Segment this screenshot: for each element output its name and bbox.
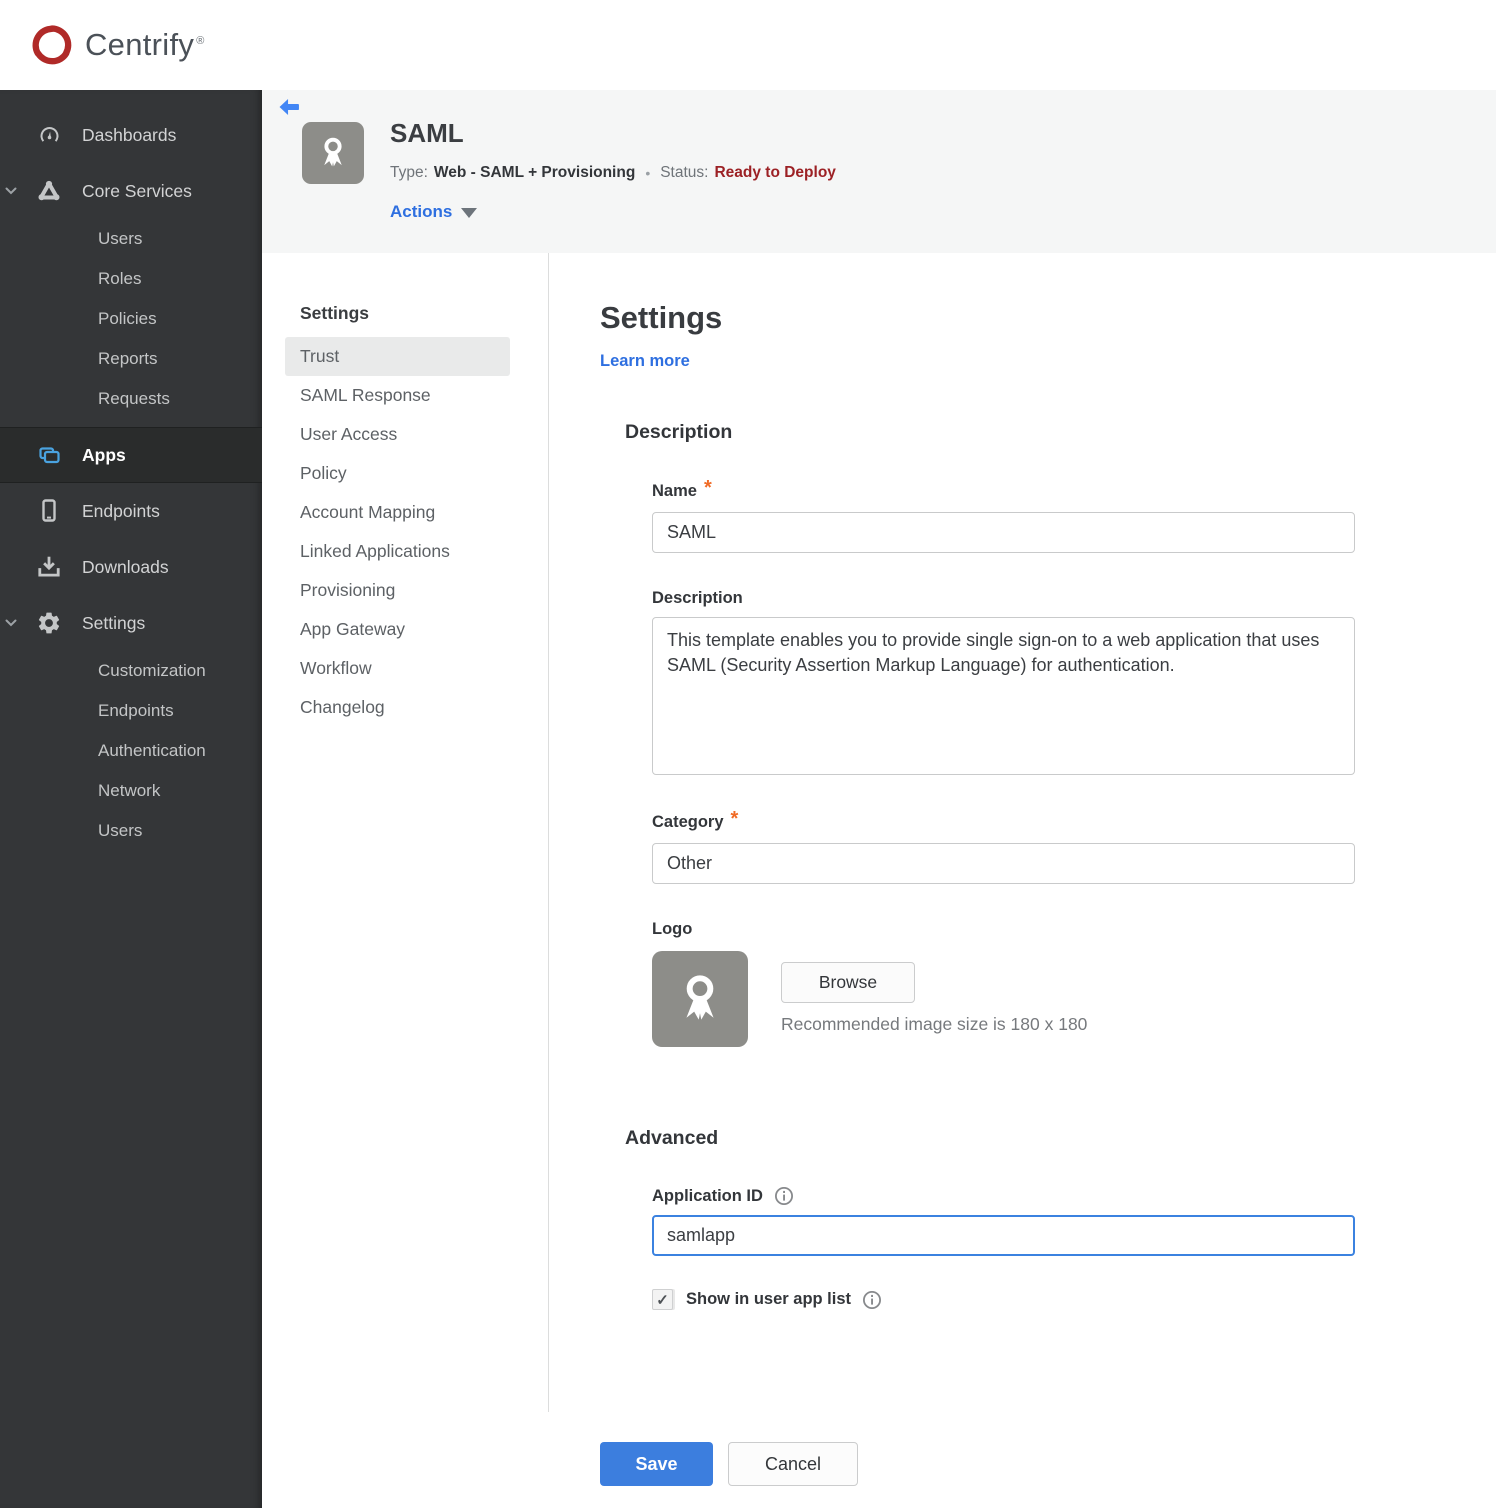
sidebar-label: Settings — [82, 612, 146, 633]
ribbon-icon — [669, 968, 731, 1030]
subnav-item-account-mapping[interactable]: Account Mapping — [285, 493, 510, 532]
sidebar-item-endpoints[interactable]: Endpoints — [0, 483, 262, 539]
subnav-item-saml-response[interactable]: SAML Response — [285, 376, 510, 415]
sidebar: Dashboards Core Services Users Roles Pol… — [0, 90, 262, 1508]
save-button[interactable]: Save — [600, 1442, 713, 1486]
subnav-item-trust[interactable]: Trust — [285, 337, 510, 376]
downloads-icon — [33, 553, 65, 581]
sidebar-item-downloads[interactable]: Downloads — [0, 539, 262, 595]
subnav-item-changelog[interactable]: Changelog — [285, 688, 510, 727]
subnav-item-workflow[interactable]: Workflow — [285, 649, 510, 688]
back-arrow-icon[interactable] — [278, 98, 300, 116]
name-label: Name * — [652, 477, 712, 500]
sidebar-label: Core Services — [82, 180, 192, 201]
subnav-item-provisioning[interactable]: Provisioning — [285, 571, 510, 610]
subnav-item-user-access[interactable]: User Access — [285, 415, 510, 454]
app-meta: Type: Web - SAML + Provisioning • Status… — [390, 164, 836, 182]
sidebar-item-core-services[interactable]: Core Services — [0, 163, 262, 219]
core-services-icon — [33, 177, 65, 205]
type-label: Type: — [390, 164, 428, 181]
app-title: SAML — [390, 118, 464, 148]
subnav-item-linked-applications[interactable]: Linked Applications — [285, 532, 510, 571]
description-textarea[interactable]: This template enables you to provide sin… — [652, 617, 1355, 775]
application-id-label: Application ID — [652, 1186, 1355, 1206]
subnav-header: Settings — [300, 303, 370, 323]
sidebar-label: Endpoints — [82, 500, 160, 521]
page-title: Settings — [600, 300, 723, 335]
description-label: Description — [652, 589, 743, 607]
application-id-input[interactable] — [652, 1215, 1355, 1256]
app-header: SAML Type: Web - SAML + Provisioning • S… — [262, 90, 1496, 253]
logo-label: Logo — [652, 920, 693, 938]
sidebar-item-users[interactable]: Users — [0, 219, 262, 259]
category-label: Category * — [652, 808, 739, 831]
sidebar-item-requests[interactable]: Requests — [0, 379, 262, 419]
sidebar-label: Downloads — [82, 556, 169, 577]
settings-gear-icon — [33, 609, 65, 637]
ribbon-icon — [313, 133, 353, 173]
caret-down-icon — [461, 208, 478, 218]
subnav-item-app-gateway[interactable]: App Gateway — [285, 610, 510, 649]
sidebar-item-settings[interactable]: Settings — [0, 595, 262, 651]
form-footer: Save Cancel — [262, 1412, 1496, 1486]
info-icon[interactable] — [862, 1290, 882, 1310]
sidebar-item-settings-endpoints[interactable]: Endpoints — [0, 691, 262, 731]
show-in-user-app-list-label: Show in user app list — [686, 1290, 852, 1308]
logo-size-hint: Recommended image size is 180 x 180 — [781, 1014, 1088, 1034]
settings-subnav: Settings Trust SAML Response User Access… — [262, 253, 549, 1412]
dashboards-gauge-icon — [33, 121, 65, 149]
required-asterisk: * — [703, 477, 712, 499]
sidebar-item-settings-users[interactable]: Users — [0, 811, 262, 851]
browse-button[interactable]: Browse — [781, 962, 915, 1003]
sidebar-item-network[interactable]: Network — [0, 771, 262, 811]
sidebar-item-authentication[interactable]: Authentication — [0, 731, 262, 771]
learn-more-link[interactable]: Learn more — [600, 352, 690, 371]
sidebar-item-apps[interactable]: Apps — [0, 427, 262, 483]
status-label: Status: — [660, 164, 709, 181]
chevron-down-icon — [5, 187, 17, 195]
show-in-user-app-list-checkbox[interactable] — [652, 1289, 673, 1310]
apps-icon — [33, 441, 65, 469]
cancel-button[interactable]: Cancel — [728, 1442, 858, 1486]
type-value: Web - SAML + Provisioning — [433, 164, 636, 181]
name-input[interactable] — [652, 512, 1355, 553]
endpoints-phone-icon — [33, 497, 65, 525]
chevron-down-icon — [5, 619, 17, 627]
sidebar-label: Dashboards — [82, 124, 177, 145]
actions-dropdown[interactable]: Actions — [390, 202, 478, 222]
brand-name: Centrify ® — [85, 27, 205, 62]
centrify-swirl-icon — [29, 22, 75, 68]
sidebar-item-roles[interactable]: Roles — [0, 259, 262, 299]
actions-label: Actions — [390, 202, 453, 221]
sidebar-item-policies[interactable]: Policies — [0, 299, 262, 339]
required-asterisk: * — [730, 808, 739, 830]
main-area: SAML Type: Web - SAML + Provisioning • S… — [262, 90, 1496, 1508]
centrify-logo: Centrify ® — [29, 22, 205, 68]
info-icon[interactable] — [774, 1186, 794, 1206]
app-logo-badge — [302, 122, 364, 184]
settings-form: Settings Learn more Description Name * D… — [549, 253, 1355, 1310]
description-section-title: Description — [625, 421, 733, 443]
sidebar-item-reports[interactable]: Reports — [0, 339, 262, 379]
sidebar-item-dashboards[interactable]: Dashboards — [0, 107, 262, 163]
meta-separator: • — [645, 165, 651, 181]
topbar: Centrify ® — [0, 0, 1496, 90]
category-input[interactable] — [652, 843, 1355, 884]
registered-mark: ® — [196, 34, 205, 47]
sidebar-label: Apps — [82, 444, 126, 465]
sidebar-item-customization[interactable]: Customization — [0, 651, 262, 691]
app-logo-preview — [652, 951, 748, 1047]
status-value: Ready to Deploy — [714, 164, 836, 181]
advanced-section-title: Advanced — [625, 1127, 719, 1149]
subnav-item-policy[interactable]: Policy — [285, 454, 510, 493]
